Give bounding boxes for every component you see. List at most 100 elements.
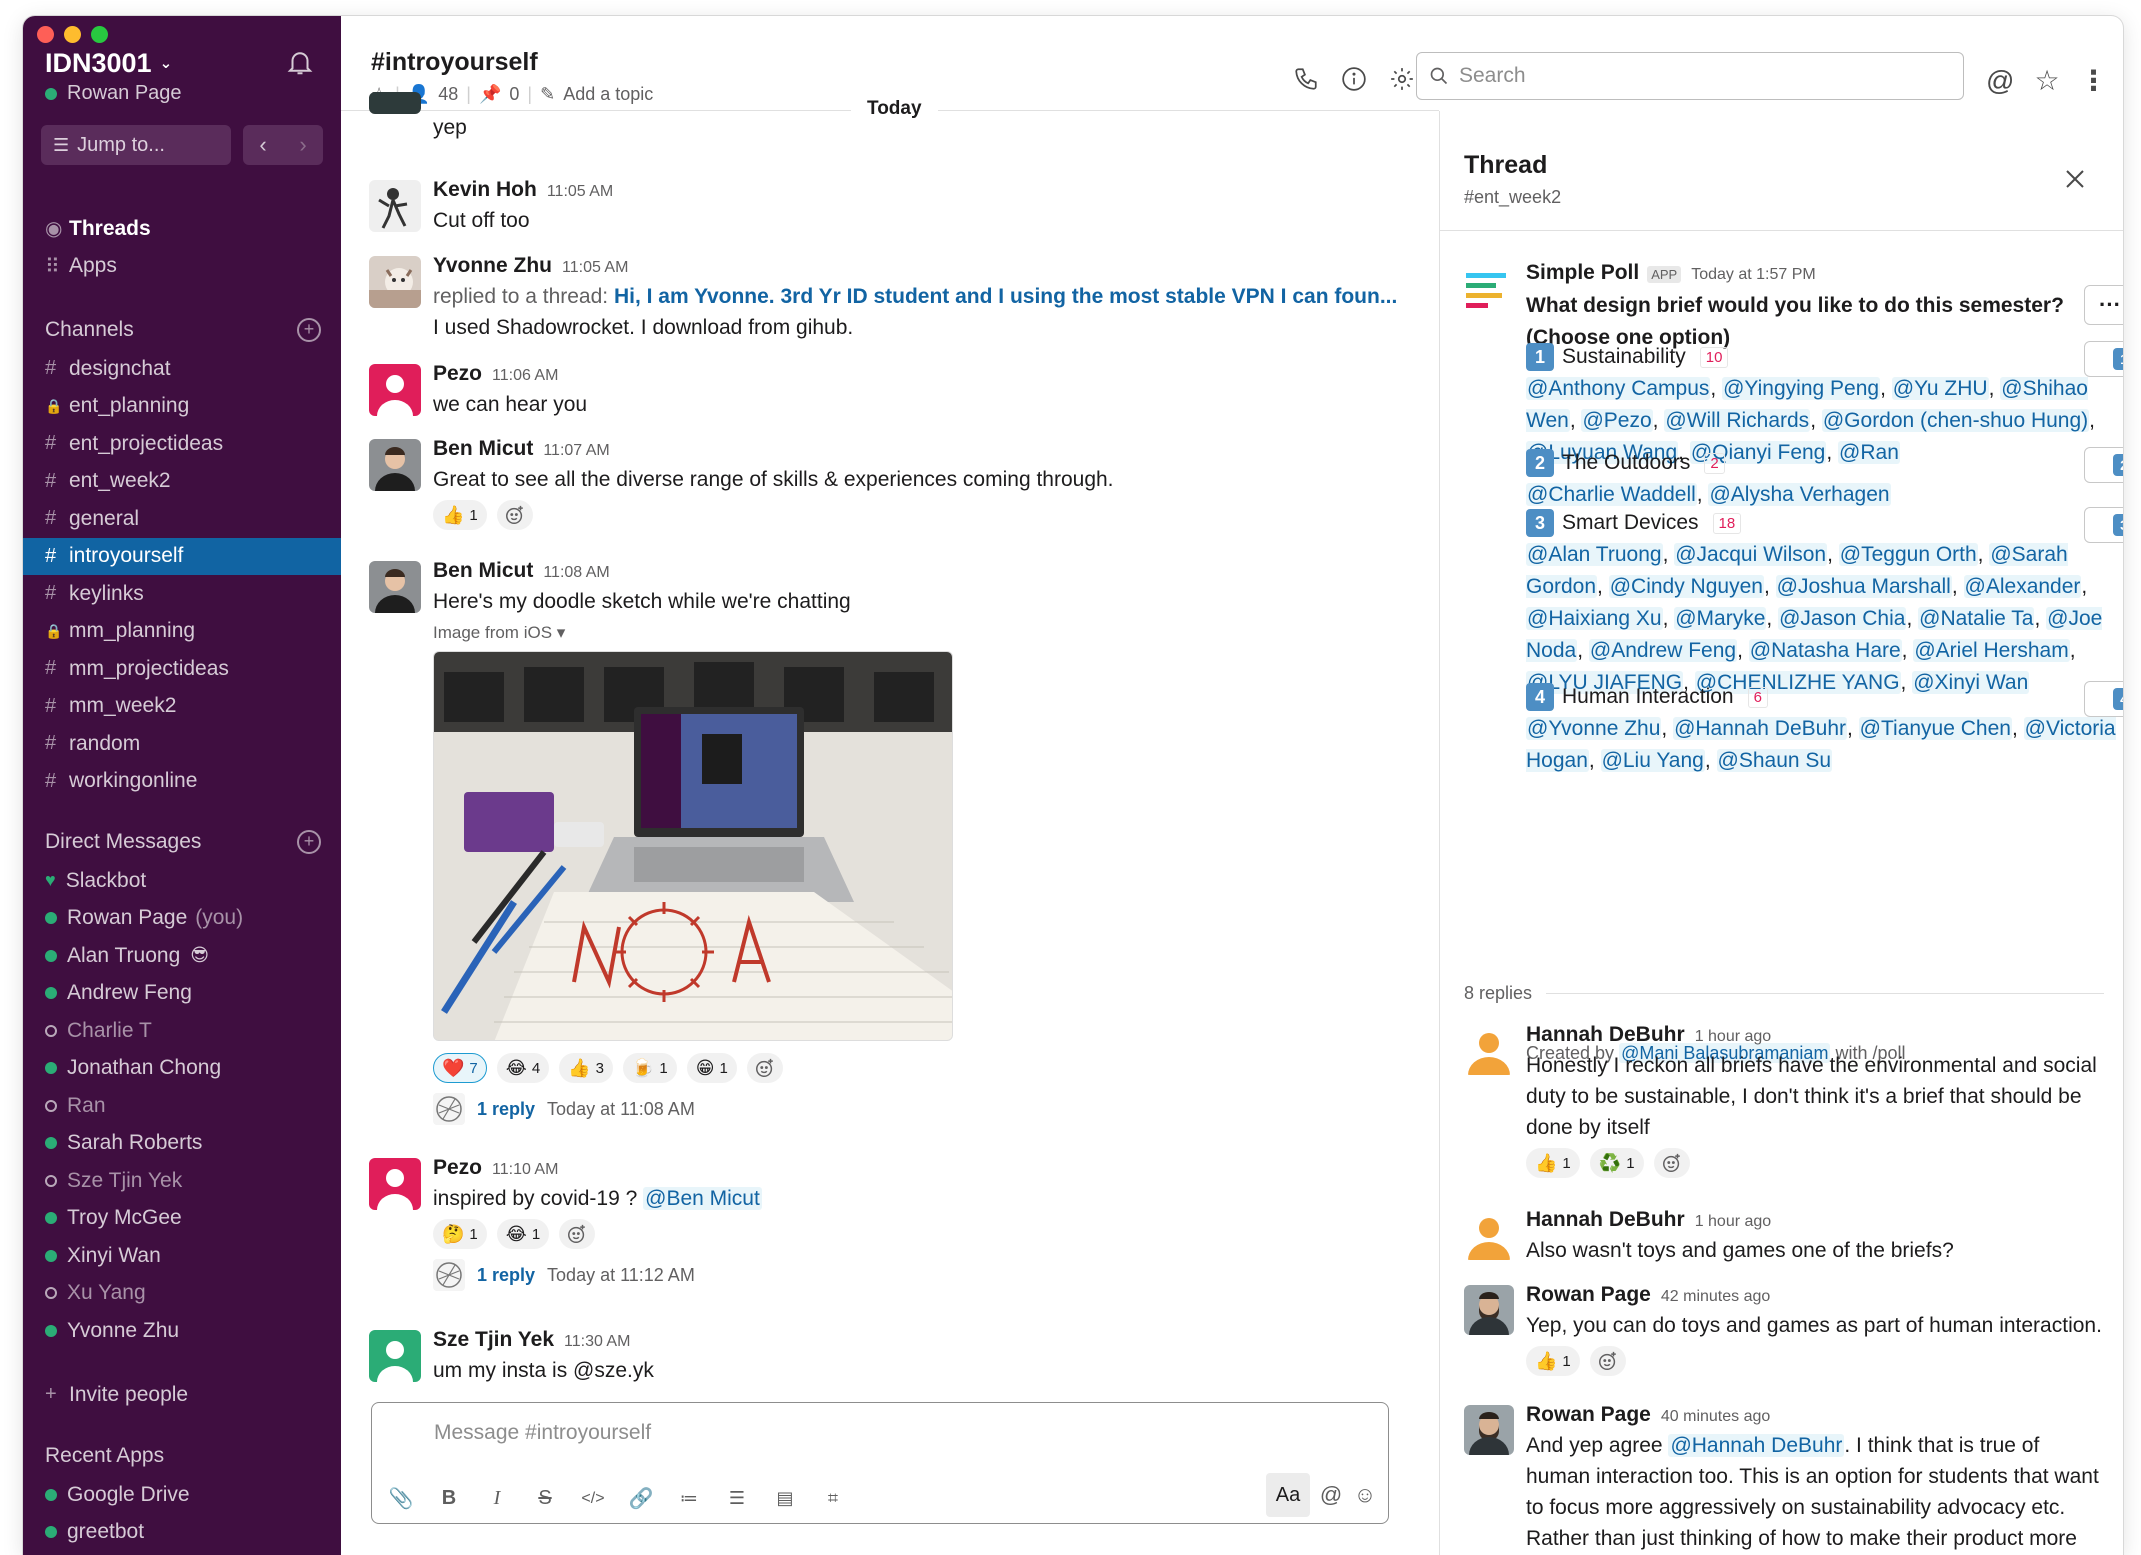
reply-time[interactable]: 42 minutes ago: [1661, 1288, 1770, 1306]
vote-button-2[interactable]: 2: [2084, 447, 2123, 483]
sidebar-channel-introyourself[interactable]: # introyourself: [23, 537, 341, 575]
voter-mention[interactable]: @Cindy Nguyen: [1608, 575, 1764, 598]
avatar[interactable]: [369, 180, 421, 232]
at-mention-icon[interactable]: @: [1318, 1482, 1344, 1508]
message-author[interactable]: Ben Micut: [433, 437, 533, 461]
voter-mention[interactable]: @Anthony Campus: [1526, 377, 1711, 400]
channel-title[interactable]: #introyourself: [371, 48, 538, 77]
message-author[interactable]: Pezo: [433, 1156, 482, 1180]
voter-mention[interactable]: @Natalie Ta: [1918, 607, 2035, 630]
reply-author[interactable]: Rowan Page: [1526, 1403, 1651, 1427]
add-dm-icon[interactable]: +: [297, 830, 321, 854]
recent-apps-header[interactable]: Recent Apps: [23, 1436, 341, 1476]
sidebar-dm-sarah-roberts[interactable]: Sarah Roberts: [23, 1125, 341, 1163]
bell-icon[interactable]: [285, 46, 315, 78]
poll-overflow-button[interactable]: ···: [2084, 285, 2123, 325]
sidebar-item-threads[interactable]: ◉ Threads: [23, 210, 341, 248]
message-time[interactable]: 11:30 AM: [564, 1333, 630, 1351]
message-time[interactable]: 11:10 AM: [492, 1161, 558, 1179]
sidebar-dm-troy-mcgee[interactable]: Troy McGee: [23, 1200, 341, 1238]
message-input[interactable]: [386, 1413, 1366, 1453]
code-icon[interactable]: </>: [580, 1490, 606, 1508]
info-icon[interactable]: [1341, 66, 1367, 92]
avatar[interactable]: [369, 439, 421, 491]
search-input[interactable]: [1459, 64, 1939, 88]
blockquote-icon[interactable]: ▤: [772, 1488, 798, 1509]
voter-mention[interactable]: @Joshua Marshall: [1775, 575, 1952, 598]
link-icon[interactable]: 🔗: [628, 1486, 654, 1511]
image-attachment[interactable]: [433, 651, 953, 1041]
message-author[interactable]: Kevin Hoh: [433, 178, 537, 202]
sidebar-channel-workingonline[interactable]: # workingonline: [23, 763, 341, 801]
reply-time[interactable]: 1 hour ago: [1695, 1213, 1772, 1231]
message-time[interactable]: 11:08 AM: [543, 564, 609, 582]
replied-thread-link[interactable]: Hi, I am Yvonne. 3rd Yr ID student and I…: [614, 285, 1397, 308]
sidebar-dm-slackbot[interactable]: ♥ Slackbot: [23, 862, 341, 900]
sidebar-channel-random[interactable]: # random: [23, 725, 341, 763]
reaction-chip[interactable]: 😂 1: [496, 1219, 550, 1249]
emoji-icon[interactable]: ☺: [1352, 1482, 1378, 1508]
voter-mention[interactable]: @Haixiang Xu: [1526, 607, 1663, 630]
sidebar-dm-sze-tjin-yek[interactable]: Sze Tjin Yek: [23, 1162, 341, 1200]
voter-mention[interactable]: @Alan Truong: [1526, 543, 1663, 566]
avatar[interactable]: [369, 256, 421, 308]
voter-mention[interactable]: @Shaun Su: [1716, 749, 1833, 772]
avatar[interactable]: [1464, 1025, 1514, 1075]
add-reaction-button[interactable]: [559, 1219, 596, 1249]
sidebar-dm-rowan-page[interactable]: Rowan Page (you): [23, 900, 341, 938]
forward-arrow-icon[interactable]: ›: [283, 125, 323, 165]
sidebar-channel-mm-projectideas[interactable]: # mm_projectideas: [23, 650, 341, 688]
voter-mention[interactable]: @Andrew Feng: [1588, 639, 1738, 662]
sidebar-channel-designchat[interactable]: # designchat: [23, 350, 341, 388]
add-reaction-button[interactable]: [746, 1053, 783, 1083]
sidebar-dm-charlie-t[interactable]: Charlie T: [23, 1012, 341, 1050]
minimize-window-button[interactable]: [64, 26, 81, 43]
message-time[interactable]: 11:07 AM: [543, 442, 609, 460]
workspace-switcher[interactable]: IDN3001 ⌄: [45, 48, 172, 79]
current-user[interactable]: Rowan Page: [45, 82, 182, 105]
voter-mention[interactable]: @Tianyue Chen: [1858, 717, 2012, 740]
reaction-thumbsup[interactable]: 👍 1: [433, 500, 487, 530]
voter-mention[interactable]: @Alexander: [1963, 575, 2082, 598]
message-time[interactable]: 11:06 AM: [492, 367, 558, 385]
jump-to-button[interactable]: ☰ Jump to...: [41, 125, 231, 165]
back-arrow-icon[interactable]: ‹: [243, 125, 283, 165]
avatar[interactable]: [369, 561, 421, 613]
sidebar-app-greetbot[interactable]: greetbot: [23, 1514, 341, 1552]
sidebar-app-connect-google-calendar[interactable]: Connect Google Calendar: [23, 1551, 341, 1555]
sidebar-item-apps[interactable]: ⠿ Apps: [23, 248, 341, 286]
voter-mention[interactable]: @Hannah DeBuhr: [1673, 717, 1847, 740]
invite-people-button[interactable]: + Invite people: [23, 1376, 341, 1414]
strikethrough-icon[interactable]: S: [532, 1487, 558, 1510]
user-mention[interactable]: @Hannah DeBuhr: [1668, 1434, 1845, 1457]
sidebar-channel-ent-projectideas[interactable]: # ent_projectideas: [23, 425, 341, 463]
gear-icon[interactable]: [1389, 66, 1415, 92]
sidebar-channel-keylinks[interactable]: # keylinks: [23, 575, 341, 613]
attach-icon[interactable]: 📎: [388, 1486, 414, 1511]
search-bar[interactable]: [1416, 52, 1964, 100]
voter-mention[interactable]: @Alysha Verhagen: [1708, 483, 1891, 506]
add-reaction-button[interactable]: [496, 500, 533, 530]
formatting-toggle-button[interactable]: Aa: [1266, 1473, 1310, 1517]
voter-mention[interactable]: @Jacqui Wilson: [1674, 543, 1828, 566]
avatar[interactable]: [369, 1330, 421, 1382]
add-topic-link[interactable]: Add a topic: [563, 84, 653, 105]
reaction-chip[interactable]: 🤔 1: [433, 1219, 487, 1249]
reply-count-link[interactable]: 1 reply: [477, 1099, 535, 1120]
voter-mention[interactable]: @Jason Chia: [1778, 607, 1907, 630]
reaction-chip[interactable]: 😁 1: [686, 1053, 737, 1083]
reaction-chip[interactable]: ♻️ 1: [1589, 1148, 1644, 1178]
starred-items-icon[interactable]: ☆: [2034, 64, 2059, 97]
avatar[interactable]: [369, 364, 421, 416]
member-count[interactable]: 48: [438, 84, 458, 105]
sidebar-dm-xinyi-wan[interactable]: Xinyi Wan: [23, 1237, 341, 1275]
sidebar-dm-alan-truong[interactable]: Alan Truong 😎: [23, 937, 341, 975]
image-label-toggle[interactable]: Image from iOS ▾: [433, 623, 1419, 643]
vote-button-1[interactable]: 1: [2084, 341, 2123, 377]
voter-mention[interactable]: @Ariel Hersham: [1913, 639, 2070, 662]
vote-button-3[interactable]: 3: [2084, 507, 2123, 543]
add-reaction-button[interactable]: [1653, 1148, 1690, 1178]
voter-mention[interactable]: @Charlie Waddell: [1526, 483, 1697, 506]
bold-icon[interactable]: B: [436, 1487, 462, 1510]
sidebar-dm-jonathan-chong[interactable]: Jonathan Chong: [23, 1050, 341, 1088]
